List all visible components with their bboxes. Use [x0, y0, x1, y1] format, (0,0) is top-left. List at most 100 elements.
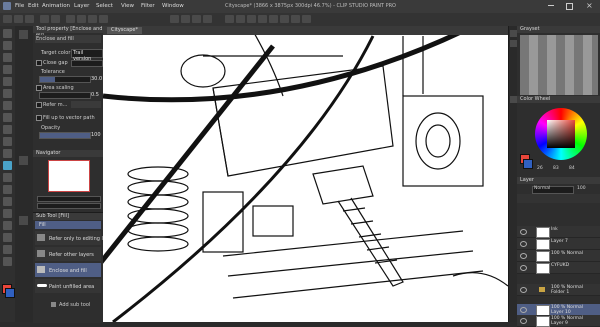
- menu-filter[interactable]: Filter: [141, 3, 155, 9]
- menu-animation[interactable]: Animation: [42, 3, 70, 9]
- brush-size-tab-icon[interactable]: [19, 156, 28, 165]
- opacity-slider[interactable]: [39, 132, 91, 139]
- current-sub-color[interactable]: [523, 159, 533, 169]
- navigator-header: Navigator: [33, 150, 103, 157]
- area-scaling-checkbox[interactable]: [36, 85, 42, 91]
- folder-row[interactable]: 100 % Normal Folder 1: [517, 284, 600, 296]
- ruler-tool-icon[interactable]: [3, 209, 12, 218]
- save-icon[interactable]: [25, 15, 34, 23]
- clear-icon[interactable]: [66, 15, 75, 23]
- subtool-label: Paint unfilled area: [49, 284, 95, 290]
- pencil-icon[interactable]: [3, 125, 12, 134]
- ruler-icon[interactable]: [170, 15, 179, 23]
- sub-color-swatch[interactable]: [5, 288, 15, 298]
- subtool-refer-other[interactable]: Refer other layers: [35, 247, 101, 261]
- subtool-tab-icon[interactable]: [19, 216, 28, 225]
- new-icon[interactable]: [3, 15, 12, 23]
- tolerance-slider[interactable]: [39, 76, 91, 83]
- fill-icon[interactable]: [3, 161, 12, 170]
- figure-icon[interactable]: [3, 185, 12, 194]
- tool-property-tab-icon[interactable]: [19, 30, 28, 39]
- correct-line-icon[interactable]: [3, 245, 12, 254]
- layer-row[interactable]: Ink: [517, 226, 600, 238]
- invert-selection-icon[interactable]: [99, 15, 108, 23]
- maximize-button[interactable]: [566, 3, 573, 10]
- undo-icon[interactable]: [40, 15, 49, 23]
- menu-layer[interactable]: Layer: [74, 3, 89, 9]
- eraser-icon[interactable]: [3, 149, 12, 158]
- area-scaling-slider[interactable]: [39, 92, 91, 99]
- layer-row[interactable]: CYFUKD: [517, 262, 600, 274]
- subtool-group-fill[interactable]: Fill: [35, 221, 101, 229]
- navigator-rotate-slider[interactable]: [37, 203, 101, 209]
- layer-row[interactable]: 100 % Normal: [517, 250, 600, 262]
- brush-preset-7-icon[interactable]: [291, 15, 300, 23]
- snap-grid-icon[interactable]: [192, 15, 201, 23]
- move-icon[interactable]: [3, 41, 12, 50]
- subtool-refer-editing[interactable]: Refer only to editing layer: [35, 231, 114, 245]
- eye-icon[interactable]: [520, 318, 527, 324]
- text-icon[interactable]: [3, 221, 12, 230]
- close-button[interactable]: ×: [586, 1, 593, 10]
- layer-row[interactable]: Layer 7: [517, 238, 600, 250]
- eye-icon[interactable]: [520, 265, 527, 271]
- minimize-button[interactable]: [548, 5, 554, 6]
- menu-select[interactable]: Select: [96, 3, 113, 9]
- navigator-zoom-slider[interactable]: [37, 196, 101, 202]
- menu-view[interactable]: View: [121, 3, 134, 9]
- gradient-icon[interactable]: [3, 173, 12, 182]
- snap-special-icon[interactable]: [203, 15, 212, 23]
- canvas-tab[interactable]: Cityscape*: [107, 27, 142, 34]
- blend-icon[interactable]: [3, 257, 12, 266]
- fill-vector-checkbox[interactable]: [36, 115, 42, 121]
- color-set-grid[interactable]: [520, 35, 598, 95]
- transform-icon[interactable]: [77, 15, 86, 23]
- canvas-area[interactable]: [103, 26, 508, 322]
- close-gap-slider[interactable]: [71, 60, 103, 67]
- navigator-preview[interactable]: [48, 160, 90, 192]
- command-bar: [0, 13, 600, 27]
- frame-icon[interactable]: [3, 197, 12, 206]
- close-gap-checkbox[interactable]: [36, 60, 42, 66]
- brush-preset-4-icon[interactable]: [258, 15, 267, 23]
- auto-select-icon[interactable]: [3, 89, 12, 98]
- brush-preset-6-icon[interactable]: [280, 15, 289, 23]
- zoom-icon[interactable]: [3, 29, 12, 38]
- snap-icon[interactable]: [181, 15, 190, 23]
- brush-icon[interactable]: [3, 137, 12, 146]
- deselect-icon[interactable]: [88, 15, 97, 23]
- open-icon[interactable]: [14, 15, 23, 23]
- eye-icon[interactable]: [520, 229, 527, 235]
- brush-preset-5-icon[interactable]: [269, 15, 278, 23]
- selection-icon[interactable]: [3, 77, 12, 86]
- brush-preset-8-icon[interactable]: [302, 15, 311, 23]
- eyedropper-icon[interactable]: [3, 101, 12, 110]
- brush-preset-1-icon[interactable]: [225, 15, 234, 23]
- redo-icon[interactable]: [51, 15, 60, 23]
- layer-property-icon[interactable]: [510, 30, 517, 37]
- refer-multiple-icons[interactable]: [71, 101, 101, 108]
- eye-icon[interactable]: [520, 253, 527, 259]
- eye-icon[interactable]: [520, 287, 527, 293]
- add-subtool-icon[interactable]: [51, 302, 56, 307]
- color-wheel-tab-icon[interactable]: [510, 96, 517, 103]
- color-wheel-inner-square[interactable]: [547, 120, 575, 148]
- refer-multiple-checkbox[interactable]: [36, 102, 42, 108]
- subtool-paint-unfilled[interactable]: Paint unfilled area: [35, 279, 101, 293]
- pen-icon[interactable]: [3, 113, 12, 122]
- menu-file[interactable]: File: [15, 3, 24, 9]
- operation-icon[interactable]: [3, 53, 12, 62]
- search-layer-icon[interactable]: [510, 40, 517, 47]
- balloon-icon[interactable]: [3, 233, 12, 242]
- layer-row[interactable]: 100 % Normal Layer 9: [517, 315, 600, 327]
- brush-preset-2-icon[interactable]: [236, 15, 245, 23]
- menu-edit[interactable]: Edit: [28, 3, 39, 9]
- move-layer-icon[interactable]: [3, 65, 12, 74]
- eye-icon[interactable]: [520, 307, 527, 313]
- close-gap-label: Close gap: [43, 60, 68, 66]
- subtool-enclose-fill[interactable]: Enclose and fill: [35, 263, 101, 277]
- add-subtool-label[interactable]: Add sub tool: [59, 302, 90, 308]
- eye-icon[interactable]: [520, 241, 527, 247]
- menu-window[interactable]: Window: [162, 3, 184, 9]
- brush-preset-3-icon[interactable]: [247, 15, 256, 23]
